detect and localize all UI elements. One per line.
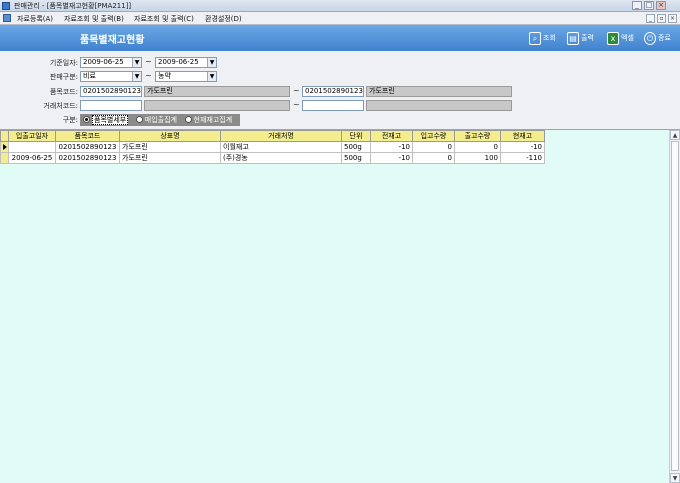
column-header[interactable]: 상표명 xyxy=(119,130,221,142)
partner-code-from-field[interactable] xyxy=(80,100,142,111)
table-cell[interactable]: 0201502890123 xyxy=(55,152,120,164)
current-row-arrow-icon xyxy=(3,144,7,150)
item-name-to-field: 가도프린 xyxy=(366,86,512,97)
menu-item-query-c[interactable]: 자료조회 및 출력(C) xyxy=(134,14,194,24)
menu-bar: 자료등록(A) 자료조회 및 출력(B) 자료조회 및 출력(C) 환경설정(D… xyxy=(0,12,680,25)
range-separator: ~ xyxy=(145,57,152,66)
table-cell[interactable]: 2009-06-25 xyxy=(8,152,56,164)
table-cell[interactable]: 가도프린 xyxy=(119,152,221,164)
title-bar: 판매관리 - [품목별재고현황[PMA211]] _ □ × xyxy=(0,0,680,12)
exit-button-label: 종료 xyxy=(658,34,671,42)
date-to-field[interactable]: 2009-06-25 ▼ xyxy=(155,57,217,68)
row-indicator[interactable] xyxy=(0,141,9,153)
column-header[interactable]: 품목코드 xyxy=(55,130,120,142)
page-title: 품목별재고현황 xyxy=(80,35,145,46)
table-cell[interactable]: -10 xyxy=(370,141,413,153)
item-code-from-field[interactable]: 0201502890123 xyxy=(80,86,142,97)
table-cell[interactable]: -10 xyxy=(370,152,413,164)
mdi-minimize-button[interactable]: _ xyxy=(646,14,655,23)
scroll-up-icon[interactable]: ▲ xyxy=(670,130,680,140)
minimize-button[interactable]: _ xyxy=(632,1,642,10)
table-cell[interactable]: -110 xyxy=(500,152,545,164)
table-cell[interactable]: 100 xyxy=(454,152,501,164)
table-row[interactable]: 0201502890123 가도프린 이월재고 500g -10 0 0 -10 xyxy=(0,141,545,153)
search-icon: ⌕ xyxy=(529,31,541,45)
close-button[interactable]: × xyxy=(656,1,666,10)
column-header[interactable]: 전재고 xyxy=(370,130,413,142)
date-from-field[interactable]: 2009-06-25 ▼ xyxy=(80,57,142,68)
maximize-button[interactable]: □ xyxy=(644,1,654,10)
row-indicator-header xyxy=(0,130,9,142)
range-separator: ~ xyxy=(293,86,300,95)
scroll-down-icon[interactable]: ▼ xyxy=(670,473,680,483)
column-header[interactable]: 입출고일자 xyxy=(8,130,56,142)
table-cell[interactable]: 500g xyxy=(341,141,371,153)
chevron-down-icon[interactable]: ▼ xyxy=(207,58,216,67)
column-header[interactable]: 현재고 xyxy=(500,130,545,142)
print-button[interactable]: ▤ 출력 xyxy=(567,29,594,47)
search-button-label: 조회 xyxy=(543,34,556,42)
range-separator: ~ xyxy=(293,100,300,109)
category-label: 구분: xyxy=(62,116,78,124)
table-cell[interactable]: (주)경농 xyxy=(220,152,342,164)
print-button-label: 출력 xyxy=(581,34,594,42)
menu-item-register[interactable]: 자료등록(A) xyxy=(17,14,53,24)
search-button[interactable]: ⌕ 조회 xyxy=(529,29,556,47)
printer-icon: ▤ xyxy=(567,31,579,45)
table-cell[interactable]: 이월재고 xyxy=(220,141,342,153)
column-header[interactable]: 입고수량 xyxy=(412,130,455,142)
range-separator: ~ xyxy=(145,71,152,80)
sales-type-from-select[interactable]: 비료 ▼ xyxy=(80,71,142,82)
radio-item-detail[interactable]: 품목별세부 xyxy=(83,115,129,125)
document-icon xyxy=(3,14,11,22)
radio-purchase-summary[interactable]: 매입출집계 xyxy=(135,115,177,125)
category-radio-group: 품목별세부 매입출집계 현재재고집계 xyxy=(80,114,241,126)
table-cell[interactable]: 0 xyxy=(454,141,501,153)
column-header[interactable]: 거래처명 xyxy=(220,130,342,142)
excel-button-label: 엑셀 xyxy=(621,34,634,42)
page-header: 품목별재고현황 ⌕ 조회 ▤ 출력 x 엑셀 ⏻ 종료 xyxy=(0,25,680,51)
column-header[interactable]: 단위 xyxy=(341,130,371,142)
mdi-restore-button[interactable]: ▫ xyxy=(657,14,666,23)
mdi-close-button[interactable]: × xyxy=(668,14,677,23)
partner-name-to-field xyxy=(366,100,512,111)
partner-name-from-field xyxy=(144,100,290,111)
search-form: 기준일자: 2009-06-25 ▼ ~ 2009-06-25 ▼ 판매구분: 비료… xyxy=(0,51,680,129)
vertical-scrollbar[interactable]: ▲ ▼ xyxy=(669,130,680,483)
sales-type-label: 판매구분: xyxy=(49,73,78,81)
row-indicator[interactable] xyxy=(0,152,9,164)
chevron-down-icon[interactable]: ▼ xyxy=(132,58,141,67)
scrollbar-thumb[interactable] xyxy=(671,141,679,471)
table-row[interactable]: 2009-06-25 0201502890123 가도프린 (주)경농 500g… xyxy=(0,152,545,164)
item-name-from-field: 가도프린 xyxy=(144,86,290,97)
window-title: 판매관리 - [품목별재고현황[PMA211]] xyxy=(14,2,132,10)
item-code-label: 품목코드: xyxy=(49,88,78,96)
table-cell[interactable]: 0201502890123 xyxy=(55,141,120,153)
table-cell[interactable]: 500g xyxy=(341,152,371,164)
table-cell[interactable]: 0 xyxy=(412,152,455,164)
partner-code-to-field[interactable] xyxy=(302,100,364,111)
table-header-row: 입출고일자 품목코드 상표명 거래처명 단위 전재고 입고수량 출고수량 현재고 xyxy=(0,130,545,142)
menu-item-query-b[interactable]: 자료조회 및 출력(B) xyxy=(64,14,124,24)
app-icon xyxy=(2,2,10,10)
table-cell[interactable]: 0 xyxy=(412,141,455,153)
excel-button[interactable]: x 엑셀 xyxy=(607,29,634,47)
table-cell[interactable]: -10 xyxy=(500,141,545,153)
table-cell[interactable] xyxy=(8,141,56,153)
exit-button[interactable]: ⏻ 종료 xyxy=(644,29,671,47)
sales-type-to-select[interactable]: 농약 ▼ xyxy=(155,71,217,82)
menu-item-settings[interactable]: 환경설정(D) xyxy=(205,14,242,24)
date-label: 기준일자: xyxy=(49,59,78,67)
table-cell[interactable]: 가도프린 xyxy=(119,141,221,153)
excel-icon: x xyxy=(607,31,619,45)
chevron-down-icon[interactable]: ▼ xyxy=(207,72,216,81)
power-icon: ⏻ xyxy=(644,31,656,45)
stock-grid: 입출고일자 품목코드 상표명 거래처명 단위 전재고 입고수량 출고수량 현재고… xyxy=(0,129,680,483)
chevron-down-icon[interactable]: ▼ xyxy=(132,72,141,81)
partner-code-label: 거래처코드: xyxy=(43,102,78,110)
column-header[interactable]: 출고수량 xyxy=(454,130,501,142)
stock-table: 입출고일자 품목코드 상표명 거래처명 단위 전재고 입고수량 출고수량 현재고… xyxy=(0,130,545,164)
item-code-to-field[interactable]: 0201502890123 xyxy=(302,86,364,97)
radio-current-stock-summary[interactable]: 현재재고집계 xyxy=(184,115,232,125)
